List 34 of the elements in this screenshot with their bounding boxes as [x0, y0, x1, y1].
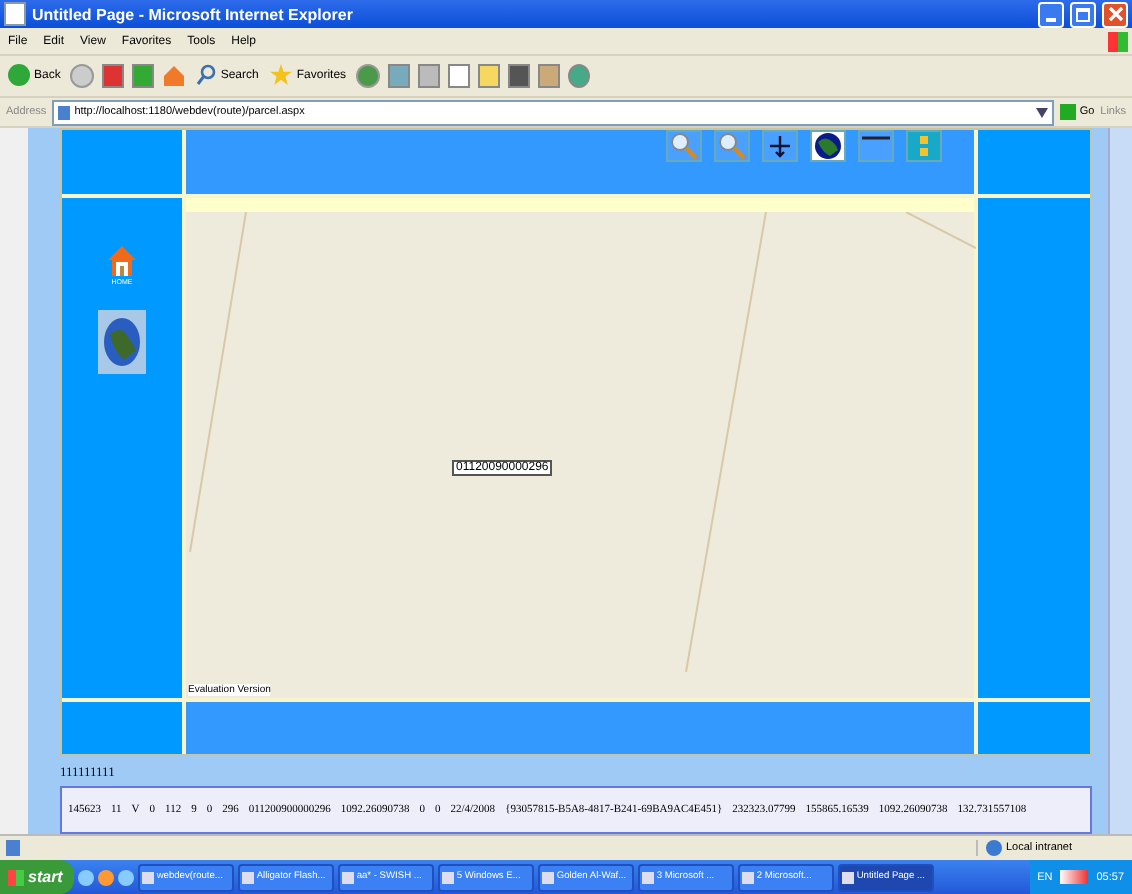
globe-icon[interactable] — [810, 130, 846, 163]
page-icon — [58, 105, 71, 120]
window-icon — [542, 871, 555, 883]
maximize-button[interactable] — [1070, 1, 1096, 28]
window-icon — [242, 871, 255, 883]
home-icon[interactable] — [162, 63, 187, 88]
globe-icon — [986, 840, 1002, 857]
minimize-button[interactable] — [1038, 1, 1064, 28]
window-icon — [742, 871, 755, 883]
windows-logo-icon — [8, 869, 24, 885]
zoom-out-icon[interactable] — [714, 130, 750, 163]
close-button[interactable] — [1102, 1, 1128, 28]
globe-button[interactable] — [98, 310, 146, 375]
pan-arrows-icon[interactable] — [762, 130, 798, 163]
footer-right-panel — [978, 702, 1090, 755]
zoom-in-icon[interactable] — [666, 130, 702, 163]
scrollbar[interactable] — [1108, 128, 1132, 835]
windows-logo-icon — [1108, 31, 1128, 52]
window-icon — [842, 871, 855, 883]
window-icon — [642, 871, 655, 883]
page-icon — [4, 2, 26, 27]
home-icon[interactable] — [108, 246, 136, 277]
star-icon — [270, 64, 293, 87]
window-icon — [342, 871, 355, 883]
window-icon — [442, 871, 455, 883]
footer-left-panel — [62, 702, 182, 755]
window-title: Untitled Page - Microsoft Internet Explorer — [32, 5, 355, 24]
header-left-panel — [62, 130, 182, 195]
dropdown-arrow-icon[interactable] — [1035, 107, 1048, 118]
page-status-icon — [6, 840, 20, 857]
search-icon — [196, 64, 217, 87]
start-button[interactable]: start — [0, 860, 75, 894]
header-right-panel — [978, 130, 1090, 195]
window-icon — [142, 871, 155, 883]
